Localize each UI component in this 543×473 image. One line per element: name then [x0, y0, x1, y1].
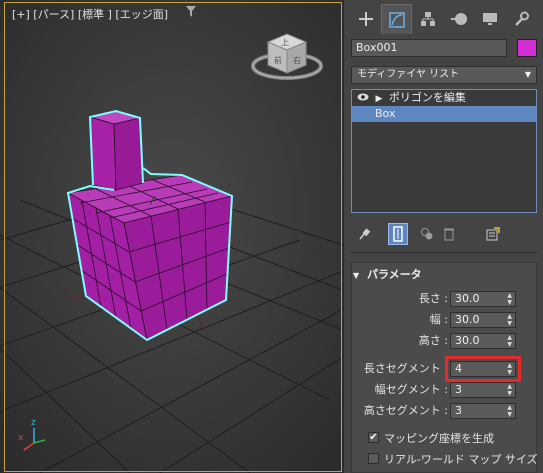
configure-modifier-sets-icon[interactable] [483, 223, 503, 245]
rollout-header[interactable]: ▼ パラメータ [353, 266, 422, 282]
height-spinner[interactable]: 30.0 ▲ ▼ [450, 333, 516, 349]
object-name-field[interactable]: Box001 [351, 39, 507, 57]
svg-text:z: z [31, 418, 36, 428]
modifier-list-dropdown[interactable]: モディファイヤ リスト ▼ [351, 66, 537, 84]
perspective-viewport[interactable]: 上 前 右 x z [+] [パース] [標準 ] [エッジ面] [0, 0, 343, 473]
svg-text:右: 右 [293, 55, 301, 65]
command-panel: Box001 モディファイヤ リスト ▼ ▶ ポリゴンを編集 Box ▼ パラメ… [343, 0, 543, 473]
height-label: 高さ : [418, 334, 448, 347]
modifier-list-label: モディファイヤ リスト [357, 69, 460, 80]
make-unique-icon[interactable] [417, 223, 437, 245]
object-color-swatch[interactable] [517, 39, 537, 57]
gen-mapping-label: マッピング座標を生成 [384, 432, 494, 445]
eye-icon[interactable] [357, 91, 373, 104]
height-segs-label: 高さセグメント : [363, 404, 448, 417]
stack-toolbar [354, 223, 534, 245]
height-segs-spinner[interactable]: 3 ▲ ▼ [450, 403, 516, 419]
stack-item-edit-poly[interactable]: ▶ ポリゴンを編集 [352, 90, 536, 106]
modify-icon[interactable] [381, 4, 412, 34]
width-spinner[interactable]: 30.0 ▲ ▼ [450, 312, 516, 328]
chevron-down-icon: ▼ [524, 70, 531, 79]
plus-icon[interactable] [350, 4, 381, 34]
width-label: 幅 : [429, 313, 448, 326]
scene-canvas: 上 前 右 x z [0, 0, 343, 473]
length-label: 長さ : [418, 292, 448, 305]
trash-icon[interactable] [439, 223, 459, 245]
width-segs-label: 幅セグメント : [374, 383, 448, 396]
stack-item-label: ポリゴンを編集 [388, 91, 466, 104]
wrench-icon[interactable] [505, 4, 536, 34]
collapse-triangle-icon: ▼ [353, 271, 360, 280]
viewport-label-menu[interactable]: [+] [パース] [標準 ] [エッジ面] [12, 6, 168, 22]
hierarchy-icon[interactable] [412, 4, 443, 34]
length-segs-label: 長さセグメント : [363, 362, 448, 375]
expand-triangle-icon[interactable]: ▶ [376, 94, 383, 104]
pin-stack-icon[interactable] [354, 223, 374, 245]
width-segs-spinner[interactable]: 3 ▲ ▼ [450, 382, 516, 398]
length-spinner[interactable]: 30.0 ▲ ▼ [450, 291, 516, 307]
gen-mapping-checkbox[interactable]: ✔ [368, 432, 379, 443]
svg-text:上: 上 [281, 38, 289, 47]
panel-divider[interactable] [351, 252, 537, 259]
rollout-title: パラメータ [367, 268, 422, 281]
motion-icon[interactable] [443, 4, 474, 34]
stack-item-label: Box [375, 107, 396, 120]
real-world-label: リアル-ワールド マップ サイズ [384, 453, 538, 466]
svg-text:x: x [18, 433, 24, 443]
svg-text:前: 前 [274, 55, 282, 65]
command-panel-tabs [350, 4, 540, 34]
display-icon[interactable] [474, 4, 505, 34]
show-end-result-icon[interactable] [388, 223, 408, 245]
highlight-annotation [445, 356, 521, 382]
real-world-checkbox[interactable] [368, 453, 379, 464]
funnel-icon[interactable] [186, 6, 196, 20]
stack-item-box[interactable]: Box [352, 106, 536, 122]
modifier-stack: ▶ ポリゴンを編集 Box [351, 89, 537, 213]
extruded-polygon [88, 110, 144, 191]
